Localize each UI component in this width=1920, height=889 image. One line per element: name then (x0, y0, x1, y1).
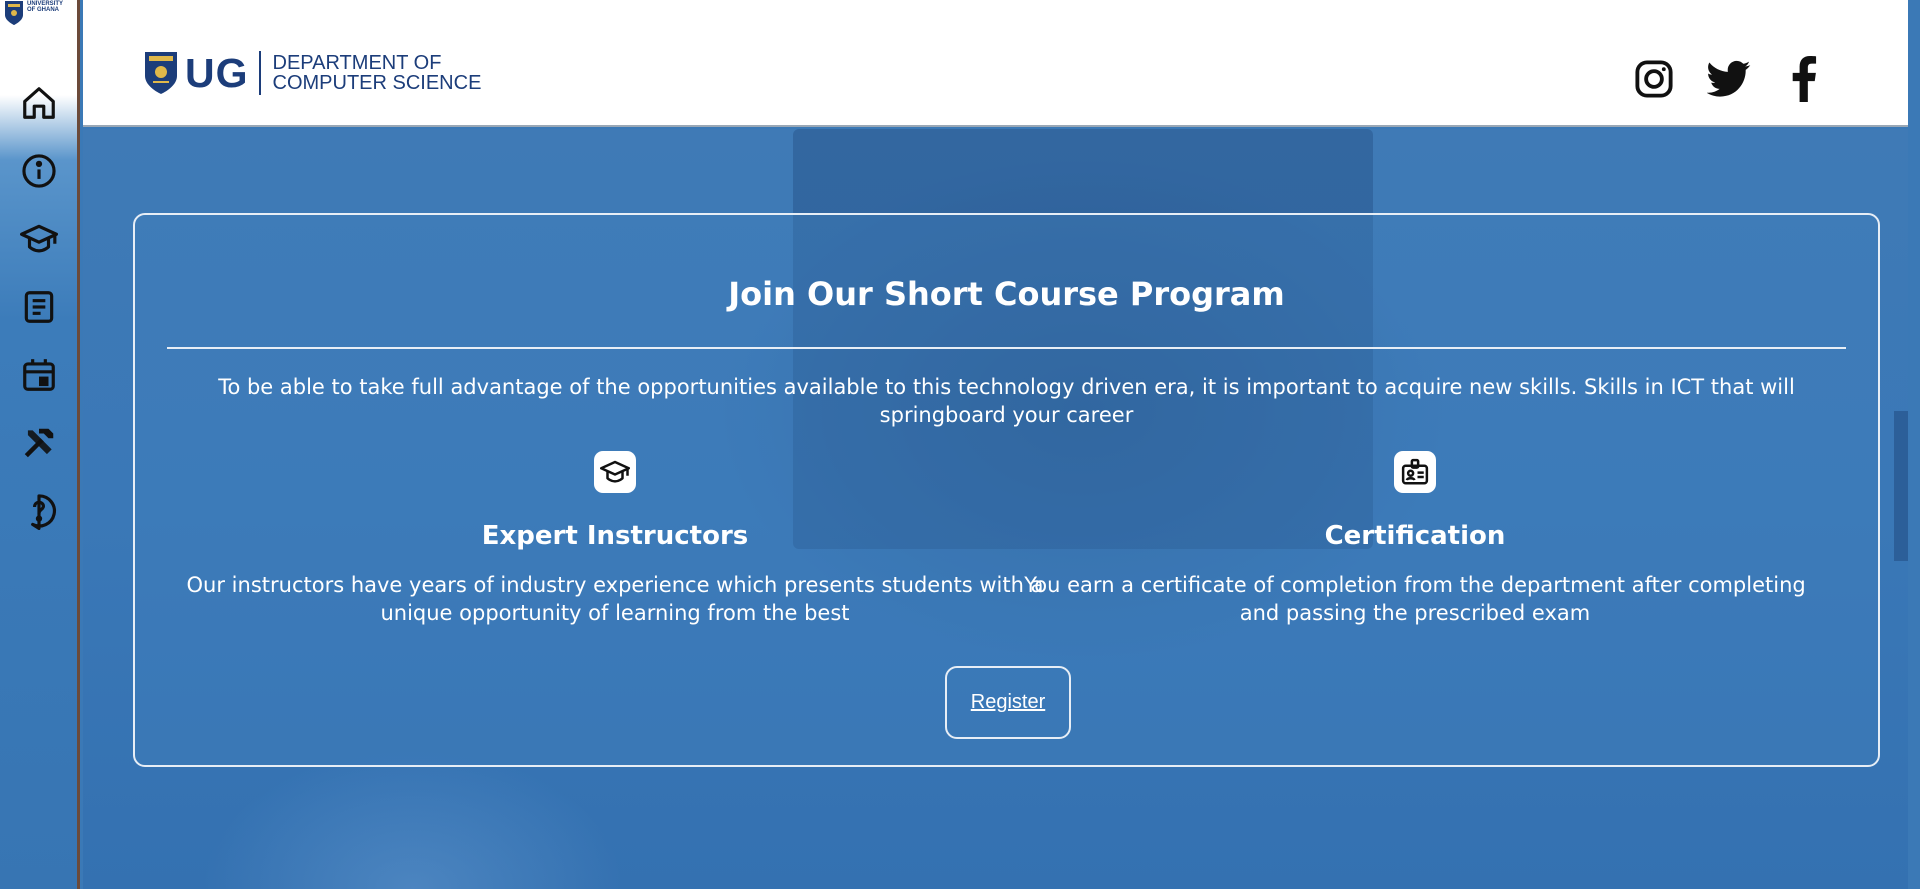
scroll-edge-indicator (1894, 411, 1908, 561)
calendar-icon (23, 359, 55, 391)
brand-divider (258, 51, 261, 95)
help-icon (31, 494, 56, 530)
feature-icon-box (1394, 451, 1436, 493)
tools-icon (24, 428, 54, 458)
crest-icon (5, 1, 23, 25)
department-name: DEPARTMENT OF COMPUTER SCIENCE (273, 53, 482, 93)
document-icon (24, 291, 54, 323)
short-course-card: Join Our Short Course Program To be able… (133, 213, 1880, 767)
graduation-cap-icon (600, 460, 630, 483)
feature-expert-instructors: Expert Instructors Our instructors have … (175, 451, 1055, 627)
dept-line1: DEPARTMENT OF (272, 52, 442, 74)
home-icon (23, 87, 55, 119)
graduation-cap-icon (20, 224, 58, 253)
feature-description: You earn a certificate of completion fro… (1024, 573, 1806, 625)
dept-line2: COMPUTER SCIENCE (272, 72, 482, 94)
card-intro: To be able to take full advantage of the… (218, 375, 1795, 427)
feature-certification: Certification You earn a certificate of … (1015, 451, 1815, 627)
certificate-badge-icon (1401, 458, 1429, 485)
sidebar-item-news[interactable] (18, 286, 60, 328)
info-icon (22, 154, 56, 188)
sidebar-item-services[interactable] (18, 422, 60, 464)
sidebar-item-events[interactable] (18, 354, 60, 396)
feature-description: Our instructors have years of industry e… (186, 573, 1044, 625)
twitter-icon (1707, 60, 1751, 97)
sidebar-item-about[interactable] (18, 150, 60, 192)
facebook-icon (1792, 56, 1817, 102)
sidebar: UNIVERSITY OF GHANA (0, 0, 80, 889)
card-divider (167, 347, 1846, 349)
instagram-icon (1635, 60, 1673, 98)
logo-text-line2: OF GHANA (27, 7, 59, 13)
card-title: Join Our Short Course Program (728, 275, 1285, 313)
sidebar-item-home[interactable] (18, 82, 60, 124)
feature-icon-box (594, 451, 636, 493)
university-logo[interactable]: UNIVERSITY OF GHANA (4, 0, 63, 26)
facebook-link[interactable] (1782, 56, 1826, 102)
brand-short: UG (185, 50, 249, 96)
feature-title: Expert Instructors (481, 521, 749, 551)
top-header: UG DEPARTMENT OF COMPUTER SCIENCE (83, 0, 1908, 127)
sidebar-item-help[interactable] (18, 490, 60, 532)
sidebar-item-programs[interactable] (18, 218, 60, 260)
instagram-link[interactable] (1632, 56, 1676, 102)
department-brand[interactable]: UG DEPARTMENT OF COMPUTER SCIENCE (143, 50, 481, 96)
feature-title: Certification (1324, 521, 1506, 551)
register-button[interactable]: Register (945, 666, 1071, 739)
ug-crest-icon (145, 52, 177, 94)
social-links (1632, 56, 1826, 102)
twitter-link[interactable] (1707, 56, 1751, 102)
